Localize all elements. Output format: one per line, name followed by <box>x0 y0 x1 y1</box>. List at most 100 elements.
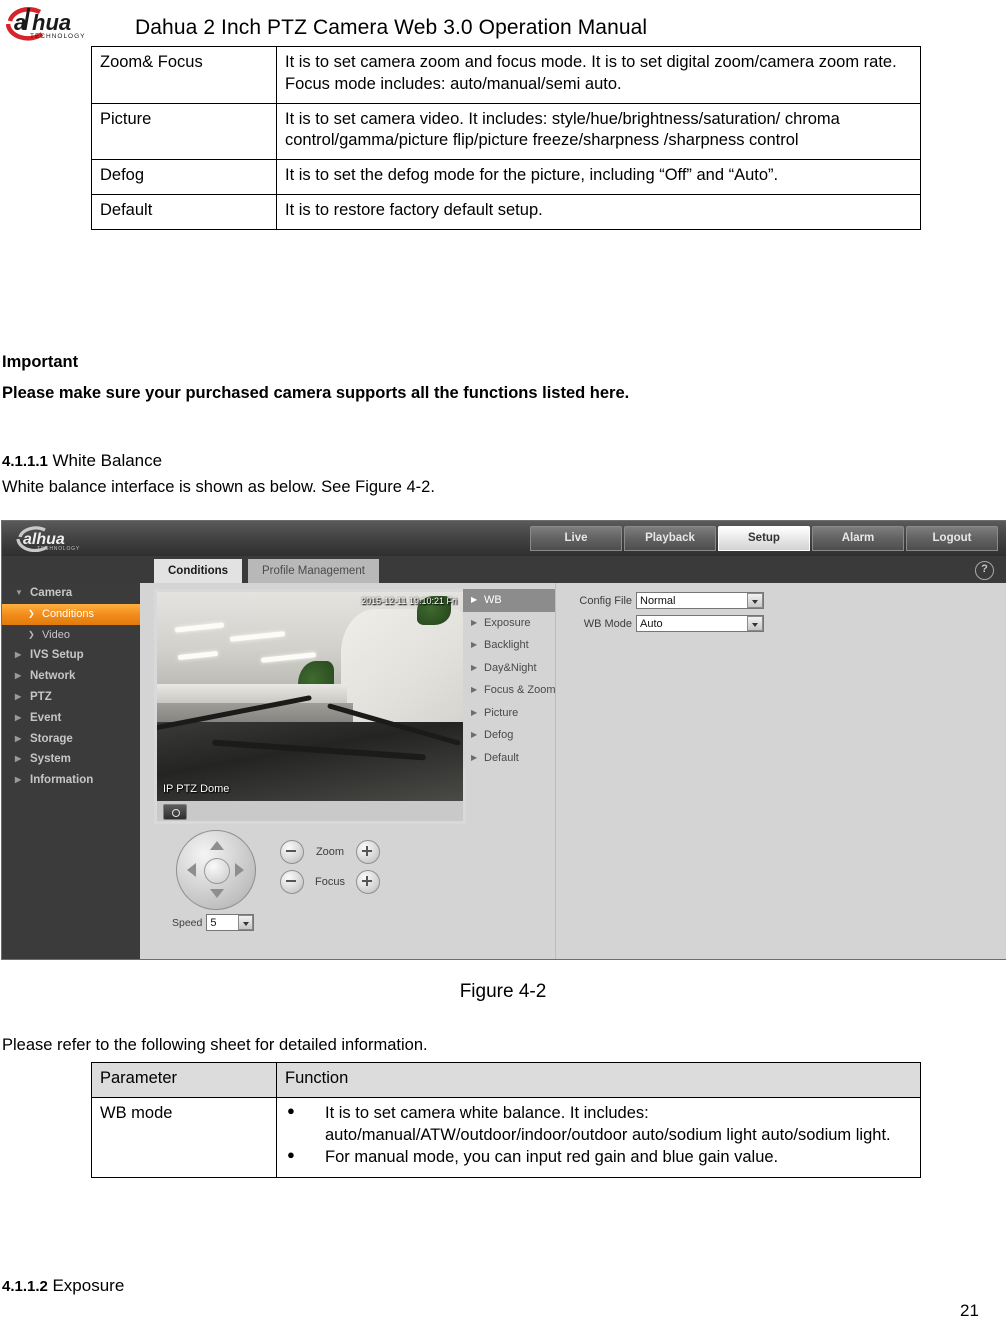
sidebar-item-label: Event <box>30 711 62 724</box>
chevron-right-icon: ▶ <box>471 617 478 627</box>
sidebar-item-system[interactable]: ▶ System <box>2 749 140 770</box>
cell-function: It is to set camera zoom and focus mode.… <box>276 46 921 104</box>
submenu-item-exposure[interactable]: ▶ Exposure <box>463 612 555 635</box>
nav-button-logout[interactable]: Logout <box>906 526 998 551</box>
sidebar-item-ptz[interactable]: ▶ PTZ <box>2 687 140 708</box>
chevron-right-icon: ▶ <box>471 685 478 694</box>
chevron-right-icon: ▶ <box>15 733 22 743</box>
help-icon[interactable]: ? <box>975 561 994 580</box>
submenu-item-backlight[interactable]: ▶ Backlight <box>463 634 555 657</box>
video-stream: 2015-12-11 19:10:21 Fri IP PTZ Dome <box>157 592 463 801</box>
section-title: White Balance <box>52 451 163 470</box>
svg-text:TECHNOLOGY: TECHNOLOGY <box>37 546 80 552</box>
zoom-control-row: Zoom <box>280 840 380 864</box>
webui-nav: Live Playback Setup Alarm Logout <box>530 526 998 551</box>
section-number: 4.1.1.2 <box>2 1278 48 1295</box>
sidebar-item-label: Network <box>30 670 76 683</box>
section-heading-4112: 4.1.1.2 Exposure <box>2 1275 124 1297</box>
sidebar-item-ivs-setup[interactable]: ▶ IVS Setup <box>2 645 140 666</box>
chevron-right-icon: ▶ <box>15 671 22 681</box>
chevron-down-icon[interactable] <box>747 593 763 608</box>
submenu-item-defog[interactable]: ▶ Defog <box>463 724 555 747</box>
sidebar-item-storage[interactable]: ▶ Storage <box>2 729 140 750</box>
ptz-down-icon[interactable] <box>210 889 224 898</box>
sidebar-item-network[interactable]: ▶ Network <box>2 666 140 687</box>
chevron-right-icon: ▶ <box>471 730 478 739</box>
zoom-plus-button[interactable] <box>356 840 380 864</box>
snapshot-icon[interactable] <box>163 804 187 820</box>
submenu-item-default[interactable]: ▶ Default <box>463 747 555 770</box>
conditions-submenu: ▶ WB ▶ Exposure ▶ Backlight ▶ Day&Night … <box>463 589 556 770</box>
nav-button-live[interactable]: Live <box>530 526 622 551</box>
tab-profile-management[interactable]: Profile Management <box>248 559 379 583</box>
wb-mode-select[interactable]: Auto <box>636 615 764 632</box>
sidebar-item-label: IVS Setup <box>30 649 84 662</box>
config-file-select[interactable]: Normal <box>636 592 764 609</box>
tab-conditions[interactable]: Conditions <box>154 559 243 583</box>
sidebar-item-conditions[interactable]: ❯ Conditions <box>2 603 140 625</box>
speed-select[interactable]: 5 <box>206 914 255 931</box>
submenu-item-label: WB <box>484 594 502 606</box>
speed-value: 5 <box>210 917 217 929</box>
config-file-value: Normal <box>640 595 676 607</box>
focus-control-row: Focus <box>280 870 380 894</box>
table-row: Defog It is to set the defog mode for th… <box>91 159 921 195</box>
function-bullet-list: It is to set camera white balance. It in… <box>285 1102 912 1169</box>
speed-label: Speed <box>172 916 203 929</box>
sidebar-item-event[interactable]: ▶ Event <box>2 708 140 729</box>
ptz-direction-pad[interactable] <box>176 830 256 910</box>
ptz-center-button[interactable] <box>204 858 230 884</box>
video-preview[interactable]: 2015-12-11 19:10:21 Fri IP PTZ Dome <box>154 589 466 824</box>
chevron-down-icon: ▼ <box>15 588 23 597</box>
focus-minus-button[interactable] <box>280 870 304 894</box>
sidebar-item-label: System <box>30 753 71 766</box>
speed-field: Speed 5 <box>172 914 255 931</box>
nav-button-setup[interactable]: Setup <box>718 526 810 551</box>
webui-sidebar: ▼ Camera ❯ Conditions ❯ Video ▶ IVS Setu… <box>2 583 140 959</box>
nav-button-playback[interactable]: Playback <box>624 526 716 551</box>
svg-text:TECHNOLOGY: TECHNOLOGY <box>30 33 86 40</box>
config-file-label: Config File <box>579 594 632 607</box>
ptz-right-icon[interactable] <box>235 863 244 877</box>
table-row: Default It is to restore factory default… <box>91 193 921 230</box>
webui-tab-row: Conditions Profile Management ? <box>2 556 1006 584</box>
webui-dahua-logo: alhua TECHNOLOGY <box>16 526 80 552</box>
nav-button-alarm[interactable]: Alarm <box>812 526 904 551</box>
chevron-right-icon: ▶ <box>471 595 478 604</box>
focus-plus-button[interactable] <box>356 870 380 894</box>
section-number: 4.1.1.1 <box>2 453 48 470</box>
submenu-item-label: Backlight <box>484 639 529 651</box>
sidebar-item-information[interactable]: ▶ Information <box>2 770 140 791</box>
submenu-item-day-night[interactable]: ▶ Day&Night <box>463 657 555 680</box>
video-toolbar <box>157 801 463 821</box>
chevron-right-icon: ▶ <box>471 707 478 717</box>
figure-caption: Figure 4-2 <box>459 981 547 1002</box>
video-channel-label: IP PTZ Dome <box>163 783 230 795</box>
submenu-item-picture[interactable]: ▶ Picture <box>463 702 555 725</box>
submenu-item-label: Exposure <box>484 616 531 629</box>
chevron-down-icon[interactable] <box>747 616 763 631</box>
cell-parameter: Zoom& Focus <box>91 46 277 104</box>
config-file-field: Config File Normal <box>568 588 808 612</box>
sidebar-item-video[interactable]: ❯ Video <box>2 625 140 646</box>
sidebar-item-label: Camera <box>30 587 73 599</box>
zoom-minus-button[interactable] <box>280 840 304 864</box>
chevron-right-icon: ❯ <box>28 608 35 618</box>
wb-mode-value: Auto <box>640 618 663 630</box>
ptz-up-icon[interactable] <box>210 841 224 850</box>
cell-parameter: Defog <box>91 159 277 195</box>
submenu-item-label: Day&Night <box>484 661 537 674</box>
chevron-right-icon: ▶ <box>15 754 22 764</box>
submenu-item-label: Defog <box>484 729 514 741</box>
zoom-label: Zoom <box>315 846 345 858</box>
figure-web-ui-screenshot: alhua TECHNOLOGY Live Playback Setup Ala… <box>1 520 1006 960</box>
chevron-down-icon[interactable] <box>238 915 254 930</box>
submenu-item-focus-zoom[interactable]: ▶ Focus & Zoom <box>463 679 556 702</box>
section-heading-4111: 4.1.1.1 White Balance <box>2 450 162 472</box>
chevron-right-icon: ▶ <box>471 640 478 649</box>
submenu-item-wb[interactable]: ▶ WB <box>463 589 555 612</box>
ptz-left-icon[interactable] <box>187 863 196 877</box>
column-header-parameter: Parameter <box>91 1062 277 1098</box>
parameters-table: Parameter Function WB mode It is to set … <box>91 1062 921 1179</box>
sidebar-item-camera[interactable]: ▼ Camera <box>2 583 140 604</box>
